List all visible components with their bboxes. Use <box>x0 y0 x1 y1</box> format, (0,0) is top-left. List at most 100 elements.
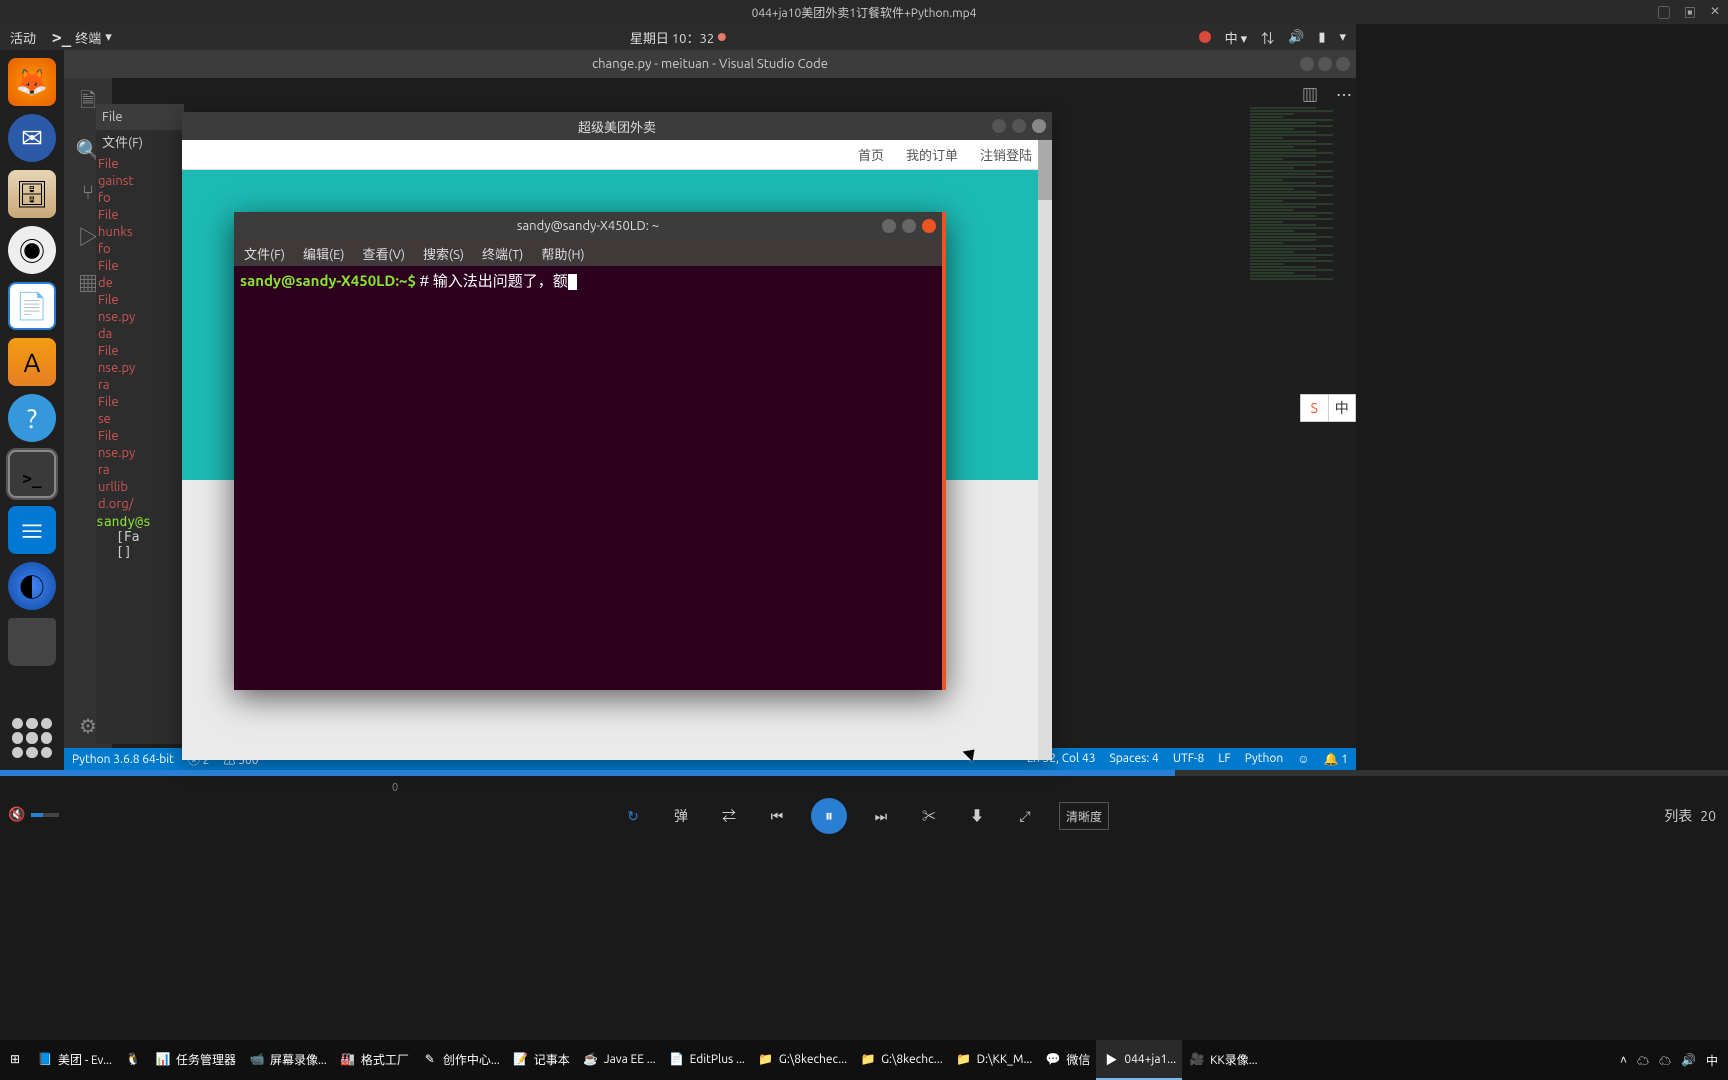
status-lang[interactable]: Python <box>1245 752 1284 766</box>
scrollbar-thumb[interactable] <box>1038 140 1052 200</box>
dock-libreoffice-writer[interactable]: 📄 <box>8 282 56 330</box>
dock-help[interactable]: ? <box>8 394 56 442</box>
nav-orders[interactable]: 我的订单 <box>906 145 958 164</box>
window-maximize-icon[interactable] <box>1318 57 1332 71</box>
dock-software[interactable]: A <box>8 338 56 386</box>
status-feedback-icon[interactable]: ☺ <box>1297 752 1309 766</box>
status-python[interactable]: Python 3.6.8 64-bit <box>72 753 174 766</box>
vscode-minimap[interactable] <box>1246 106 1356 750</box>
window-minimize-icon[interactable] <box>992 119 1006 133</box>
window-restore-icon[interactable]: ▣ <box>1684 4 1696 21</box>
next-track-icon[interactable]: ⏭ <box>867 802 895 830</box>
dock-show-apps[interactable] <box>12 718 52 758</box>
terminal-body[interactable]: sandy@sandy-X450LD:~$ # 输入法出问题了，额 <box>234 266 942 295</box>
status-spaces[interactable]: Spaces: 4 <box>1110 752 1159 766</box>
window-maximize-icon[interactable] <box>902 219 916 233</box>
terminal-titlebar[interactable]: sandy@sandy-X450LD: ~ <box>234 212 942 240</box>
dock-firefox[interactable]: 🦊 <box>8 58 56 106</box>
loop-icon[interactable]: ↻ <box>619 802 647 830</box>
battery-icon[interactable] <box>1318 30 1325 45</box>
tray-cloud-icon[interactable]: ☁ <box>1637 1052 1649 1069</box>
screen-recorder-icon[interactable] <box>1199 31 1211 43</box>
volume-icon[interactable] <box>1288 30 1304 45</box>
status-eol[interactable]: LF <box>1218 752 1230 766</box>
ime-indicator[interactable]: 中 <box>1225 28 1248 47</box>
dock-trash[interactable] <box>8 618 56 666</box>
extensions-icon[interactable]: ▦ <box>78 268 98 297</box>
shuffle-icon[interactable]: ⇄ <box>715 802 743 830</box>
window-close-icon[interactable] <box>1032 119 1046 133</box>
vscode-title: change.py - meituan - Visual Studio Code <box>592 57 828 71</box>
nav-home[interactable]: 首页 <box>858 145 884 164</box>
activities-button[interactable]: 活动 <box>10 28 36 47</box>
debug-icon[interactable]: ▷ <box>78 221 98 250</box>
gear-icon[interactable]: ⚙ <box>79 714 97 738</box>
taskbar-item[interactable]: 📁D:\KK_M... <box>949 1040 1039 1080</box>
download-icon[interactable]: ⬇ <box>963 802 991 830</box>
tray-up-icon[interactable]: ˄ <box>1620 1053 1627 1067</box>
window-close-icon[interactable]: ✕ <box>1710 4 1720 21</box>
nav-login[interactable]: 注销登陆 <box>980 145 1032 164</box>
split-editor-icon[interactable]: ▥ <box>1302 82 1318 106</box>
taskbar-item[interactable]: ☕Java EE ... <box>576 1040 662 1080</box>
window-close-icon[interactable] <box>922 219 936 233</box>
cut-icon[interactable]: ✂ <box>915 802 943 830</box>
window-minimize-icon[interactable] <box>882 219 896 233</box>
source-control-icon[interactable]: ⑂ <box>82 180 94 203</box>
taskbar-item[interactable]: 📊任务管理器 <box>148 1040 242 1080</box>
clock-label[interactable]: 星期日 10：32 <box>630 28 714 47</box>
dock-thunderbird[interactable]: ✉ <box>8 114 56 162</box>
explorer-icon[interactable]: 🗎 <box>80 86 96 120</box>
taskbar-item[interactable]: 📘美团 - Ev... <box>30 1040 118 1080</box>
status-notifications[interactable]: 🔔 1 <box>1324 752 1348 766</box>
taskbar-item[interactable]: 📝记事本 <box>506 1040 576 1080</box>
taskbar-item[interactable]: ▶044+ja1... <box>1096 1040 1182 1080</box>
gedit-file-menu[interactable]: File <box>102 110 123 124</box>
status-encoding[interactable]: UTF-8 <box>1173 752 1204 766</box>
gedit-tab[interactable]: 文件(F) <box>102 136 143 150</box>
menu-terminal[interactable]: 终端(T) <box>482 244 523 263</box>
browser-titlebar[interactable]: 超级美团外卖 <box>182 112 1052 140</box>
system-menu-chevron-icon[interactable] <box>1339 30 1346 45</box>
tray-ime[interactable]: 中 <box>1706 1052 1718 1069</box>
taskbar-item[interactable]: 📁G:\8kechc... <box>853 1040 949 1080</box>
dock-files[interactable]: 🗄 <box>8 170 56 218</box>
app-icon: 📁 <box>757 1050 775 1068</box>
taskbar-item[interactable]: ✎创作中心... <box>415 1040 506 1080</box>
app-indicator[interactable]: 终端 <box>52 28 112 47</box>
window-maximize-icon[interactable] <box>1012 119 1026 133</box>
taskbar-item[interactable]: 📹屏幕录像... <box>242 1040 333 1080</box>
tray-onedrive-icon[interactable]: ☁ <box>1659 1052 1671 1069</box>
taskbar-item[interactable]: 💬微信 <box>1038 1040 1096 1080</box>
playlist-button[interactable]: 列表 <box>1664 806 1692 826</box>
danmu-toggle[interactable]: 弹 <box>667 802 695 830</box>
tray-speaker-icon[interactable]: 🔊 <box>1681 1053 1696 1067</box>
browser-scrollbar[interactable] <box>1038 140 1052 760</box>
menu-help[interactable]: 帮助(H) <box>541 244 584 263</box>
more-icon[interactable]: ⋯ <box>1336 82 1352 106</box>
window-minimize-icon[interactable] <box>1300 57 1314 71</box>
taskbar-item[interactable]: 🏭格式工厂 <box>333 1040 415 1080</box>
menu-search[interactable]: 搜索(S) <box>423 244 464 263</box>
window-minimize-icon[interactable]: ▢ <box>1658 4 1670 21</box>
taskbar-item[interactable]: 🐧 <box>118 1040 148 1080</box>
taskbar-item[interactable]: 📄EditPlus ... <box>662 1040 751 1080</box>
taskbar-item[interactable]: 🎥KK录像... <box>1182 1040 1263 1080</box>
menu-file[interactable]: 文件(F) <box>244 244 285 263</box>
taskbar-item[interactable]: 📁G:\8kechec... <box>751 1040 853 1080</box>
quality-button[interactable]: 清晰度 <box>1059 802 1109 830</box>
menu-edit[interactable]: 编辑(E) <box>303 244 344 263</box>
play-pause-button[interactable]: ⏸ <box>811 798 847 834</box>
taskbar-start[interactable]: ⊞ <box>0 1040 30 1080</box>
video-progress-bar[interactable] <box>0 770 1728 776</box>
dock-terminal[interactable] <box>8 450 56 498</box>
window-close-icon[interactable] <box>1336 57 1350 71</box>
dock-browser[interactable]: ◐ <box>8 562 56 610</box>
menu-view[interactable]: 查看(V) <box>363 244 405 263</box>
expand-icon[interactable]: ⤢ <box>1011 802 1039 830</box>
prev-track-icon[interactable]: ⏮ <box>763 802 791 830</box>
dock-vscode[interactable]: ≡ <box>8 506 56 554</box>
ime-floating-badge[interactable]: S 中 <box>1300 394 1356 422</box>
dock-rhythmbox[interactable]: ◉ <box>8 226 56 274</box>
network-icon[interactable] <box>1261 28 1274 47</box>
